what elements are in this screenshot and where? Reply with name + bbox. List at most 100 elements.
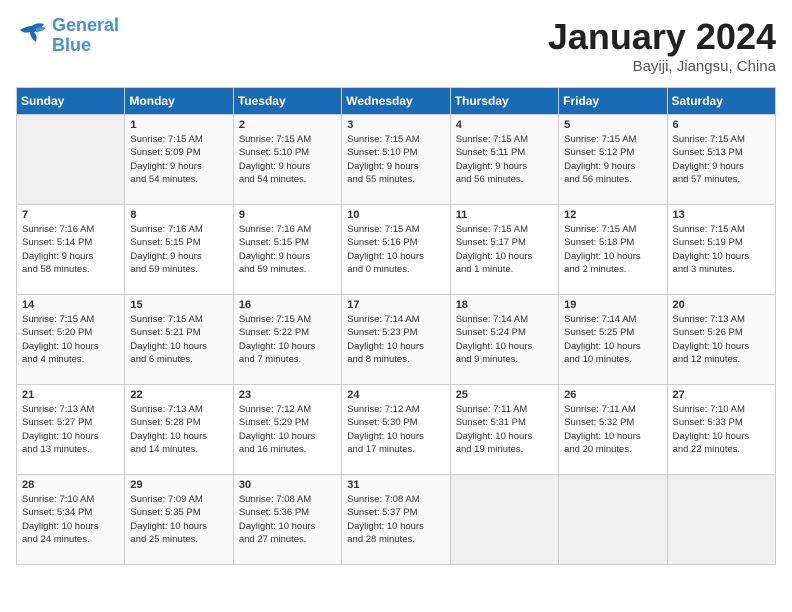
calendar-cell [559, 475, 667, 565]
calendar-cell: 10 Sunrise: 7:15 AMSunset: 5:16 PMDayligh… [342, 205, 450, 295]
calendar-cell: 30 Sunrise: 7:08 AMSunset: 5:36 PMDayligh… [233, 475, 341, 565]
day-number: 18 [456, 299, 553, 311]
cell-content: Sunrise: 7:15 AMSunset: 5:10 PMDaylight:… [239, 133, 336, 186]
cell-content: Sunrise: 7:08 AMSunset: 5:36 PMDaylight:… [239, 493, 336, 546]
day-number: 15 [130, 299, 227, 311]
calendar-cell: 31Sunrise: 7:08 AMSunset: 5:37 PMDayligh… [342, 475, 450, 565]
day-number: 11 [456, 209, 553, 221]
cell-content: Sunrise: 7:15 AMSunset: 5:18 PMDaylight:… [564, 223, 661, 276]
month-title: January 2024 [548, 16, 776, 58]
calendar-cell: 21Sunrise: 7:13 AMSunset: 5:27 PMDayligh… [17, 385, 125, 475]
calendar-cell: 22Sunrise: 7:13 AMSunset: 5:28 PMDayligh… [125, 385, 233, 475]
cell-content: Sunrise: 7:10 AMSunset: 5:34 PMDaylight:… [22, 493, 119, 546]
day-number: 7 [22, 209, 119, 221]
day-number: 21 [22, 389, 119, 401]
calendar-cell: 4 Sunrise: 7:15 AMSunset: 5:11 PMDaylight… [450, 115, 558, 205]
calendar-week-1: 1Sunrise: 7:15 AMSunset: 5:09 PMDaylight… [17, 115, 776, 205]
cell-content: Sunrise: 7:15 AMSunset: 5:11 PMDaylight:… [456, 133, 553, 186]
calendar-cell: 7 Sunrise: 7:16 AMSunset: 5:14 PMDaylight… [17, 205, 125, 295]
day-header-wednesday: Wednesday [342, 88, 450, 115]
day-number: 9 [239, 209, 336, 221]
cell-content: Sunrise: 7:14 AMSunset: 5:23 PMDaylight:… [347, 313, 444, 366]
day-number: 14 [22, 299, 119, 311]
cell-content: Sunrise: 7:16 AMSunset: 5:15 PMDaylight:… [130, 223, 227, 276]
cell-content: Sunrise: 7:15 AMSunset: 5:19 PMDaylight:… [673, 223, 770, 276]
logo: GeneralBlue [16, 16, 119, 56]
day-number: 22 [130, 389, 227, 401]
logo-text: GeneralBlue [52, 16, 119, 56]
cell-content: Sunrise: 7:12 AMSunset: 5:30 PMDaylight:… [347, 403, 444, 456]
day-number: 30 [239, 479, 336, 491]
cell-content: Sunrise: 7:10 AMSunset: 5:33 PMDaylight:… [673, 403, 770, 456]
logo-text-block: GeneralBlue [52, 16, 119, 56]
cell-content: Sunrise: 7:15 AMSunset: 5:21 PMDaylight:… [130, 313, 227, 366]
day-number: 19 [564, 299, 661, 311]
day-number: 6 [673, 119, 770, 131]
calendar-cell: 24 Sunrise: 7:12 AMSunset: 5:30 PMDayligh… [342, 385, 450, 475]
calendar-cell: 6 Sunrise: 7:15 AMSunset: 5:13 PMDaylight… [667, 115, 775, 205]
calendar-cell: 12 Sunrise: 7:15 AMSunset: 5:18 PMDayligh… [559, 205, 667, 295]
day-header-saturday: Saturday [667, 88, 775, 115]
day-number: 17 [347, 299, 444, 311]
day-number: 5 [564, 119, 661, 131]
calendar-cell: 3 Sunrise: 7:15 AMSunset: 5:10 PMDaylight… [342, 115, 450, 205]
calendar-cell: 29 Sunrise: 7:09 AMSunset: 5:35 PMDayligh… [125, 475, 233, 565]
day-header-monday: Monday [125, 88, 233, 115]
cell-content: Sunrise: 7:15 AMSunset: 5:10 PMDaylight:… [347, 133, 444, 186]
cell-content: Sunrise: 7:13 AMSunset: 5:26 PMDaylight:… [673, 313, 770, 366]
day-number: 16 [239, 299, 336, 311]
day-number: 26 [564, 389, 661, 401]
day-number: 23 [239, 389, 336, 401]
calendar-cell: 17 Sunrise: 7:14 AMSunset: 5:23 PMDayligh… [342, 295, 450, 385]
calendar-cell: 9Sunrise: 7:16 AMSunset: 5:15 PMDaylight… [233, 205, 341, 295]
logo-icon [16, 22, 48, 50]
day-number: 12 [564, 209, 661, 221]
cell-content: Sunrise: 7:14 AMSunset: 5:25 PMDaylight:… [564, 313, 661, 366]
day-number: 3 [347, 119, 444, 131]
calendar-cell: 19 Sunrise: 7:14 AMSunset: 5:25 PMDayligh… [559, 295, 667, 385]
calendar-cell: 11 Sunrise: 7:15 AMSunset: 5:17 PMDayligh… [450, 205, 558, 295]
day-number: 24 [347, 389, 444, 401]
calendar-cell: 20Sunrise: 7:13 AMSunset: 5:26 PMDayligh… [667, 295, 775, 385]
day-number: 25 [456, 389, 553, 401]
calendar-cell [450, 475, 558, 565]
day-number: 2 [239, 119, 336, 131]
calendar-cell: 27Sunrise: 7:10 AMSunset: 5:33 PMDayligh… [667, 385, 775, 475]
day-number: 31 [347, 479, 444, 491]
cell-content: Sunrise: 7:09 AMSunset: 5:35 PMDaylight:… [130, 493, 227, 546]
day-number: 29 [130, 479, 227, 491]
day-number: 10 [347, 209, 444, 221]
calendar-week-4: 21Sunrise: 7:13 AMSunset: 5:27 PMDayligh… [17, 385, 776, 475]
cell-content: Sunrise: 7:15 AMSunset: 5:17 PMDaylight:… [456, 223, 553, 276]
day-number: 1 [130, 119, 227, 131]
calendar-cell: 23 Sunrise: 7:12 AMSunset: 5:29 PMDayligh… [233, 385, 341, 475]
calendar-cell: 8 Sunrise: 7:16 AMSunset: 5:15 PMDaylight… [125, 205, 233, 295]
location-subtitle: Bayiji, Jiangsu, China [548, 58, 776, 75]
calendar-cell: 2 Sunrise: 7:15 AMSunset: 5:10 PMDaylight… [233, 115, 341, 205]
calendar-cell: 14Sunrise: 7:15 AMSunset: 5:20 PMDayligh… [17, 295, 125, 385]
cell-content: Sunrise: 7:11 AMSunset: 5:32 PMDaylight:… [564, 403, 661, 456]
calendar-week-5: 28Sunrise: 7:10 AMSunset: 5:34 PMDayligh… [17, 475, 776, 565]
cell-content: Sunrise: 7:15 AMSunset: 5:16 PMDaylight:… [347, 223, 444, 276]
page-header: GeneralBlue January 2024 Bayiji, Jiangsu… [16, 16, 776, 75]
cell-content: Sunrise: 7:12 AMSunset: 5:29 PMDaylight:… [239, 403, 336, 456]
calendar-cell: 28Sunrise: 7:10 AMSunset: 5:34 PMDayligh… [17, 475, 125, 565]
calendar-cell: 18 Sunrise: 7:14 AMSunset: 5:24 PMDayligh… [450, 295, 558, 385]
day-number: 13 [673, 209, 770, 221]
cell-content: Sunrise: 7:15 AMSunset: 5:22 PMDaylight:… [239, 313, 336, 366]
day-number: 4 [456, 119, 553, 131]
day-header-tuesday: Tuesday [233, 88, 341, 115]
title-block: January 2024 Bayiji, Jiangsu, China [548, 16, 776, 75]
cell-content: Sunrise: 7:14 AMSunset: 5:24 PMDaylight:… [456, 313, 553, 366]
day-header-sunday: Sunday [17, 88, 125, 115]
calendar-week-3: 14Sunrise: 7:15 AMSunset: 5:20 PMDayligh… [17, 295, 776, 385]
calendar-cell: 26 Sunrise: 7:11 AMSunset: 5:32 PMDayligh… [559, 385, 667, 475]
cell-content: Sunrise: 7:16 AMSunset: 5:14 PMDaylight:… [22, 223, 119, 276]
header-row: SundayMondayTuesdayWednesdayThursdayFrid… [17, 88, 776, 115]
day-number: 8 [130, 209, 227, 221]
calendar-cell: 13 Sunrise: 7:15 AMSunset: 5:19 PMDayligh… [667, 205, 775, 295]
cell-content: Sunrise: 7:15 AMSunset: 5:13 PMDaylight:… [673, 133, 770, 186]
calendar-cell: 16 Sunrise: 7:15 AMSunset: 5:22 PMDayligh… [233, 295, 341, 385]
cell-content: Sunrise: 7:15 AMSunset: 5:12 PMDaylight:… [564, 133, 661, 186]
calendar-cell: 15 Sunrise: 7:15 AMSunset: 5:21 PMDayligh… [125, 295, 233, 385]
